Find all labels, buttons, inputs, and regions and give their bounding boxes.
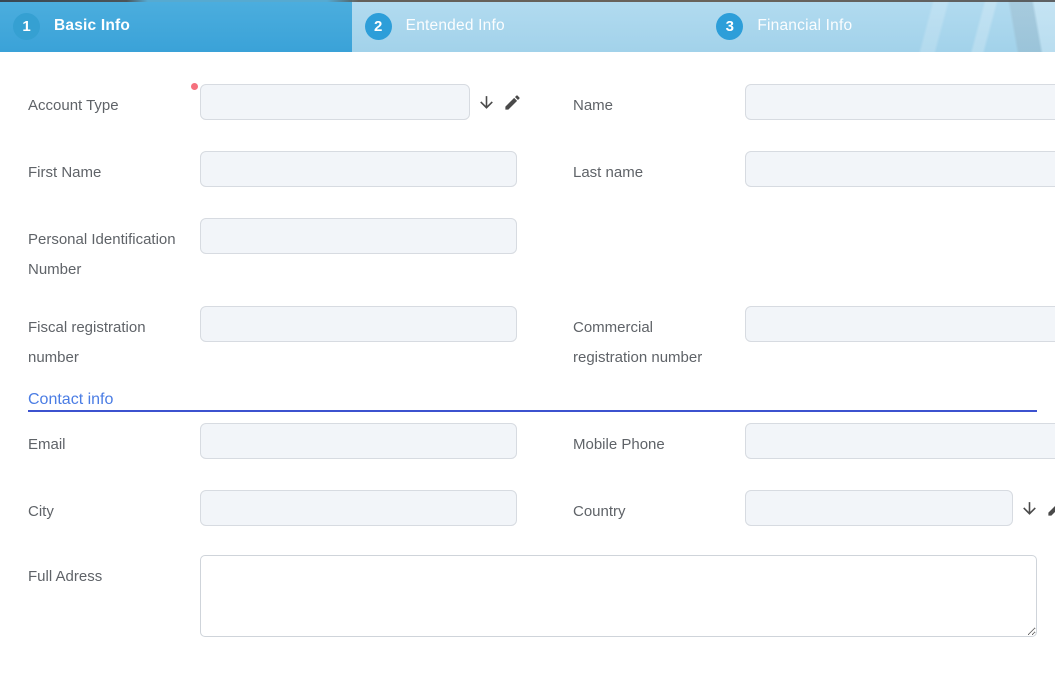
- city-input[interactable]: [200, 490, 517, 526]
- account-type-input[interactable]: [200, 84, 470, 120]
- form-row: Email Mobile Phone: [28, 423, 1037, 460]
- tab-basic-info[interactable]: 1 Basic Info: [0, 0, 352, 52]
- name-label: Name: [573, 84, 723, 121]
- step-number: 2: [374, 18, 382, 35]
- commercial-registration-input[interactable]: [745, 306, 1055, 342]
- last-name-label: Last name: [573, 151, 723, 188]
- name-input[interactable]: [745, 84, 1055, 120]
- mobile-phone-label: Mobile Phone: [573, 423, 723, 460]
- tab-label: Basic Info: [54, 17, 130, 35]
- arrow-down-icon[interactable]: [477, 93, 496, 112]
- tab-entended-info[interactable]: 2 Entended Info: [352, 0, 704, 52]
- step-number: 3: [726, 18, 734, 35]
- arrow-down-icon[interactable]: [1020, 499, 1039, 518]
- commercial-registration-label: Commercial registration number: [573, 306, 723, 373]
- header-top-strip: [0, 0, 1055, 2]
- full-address-textarea[interactable]: [200, 555, 1037, 637]
- mobile-phone-input[interactable]: [745, 423, 1055, 459]
- first-name-input[interactable]: [200, 151, 517, 187]
- email-input[interactable]: [200, 423, 517, 459]
- contact-info-section-divider: Contact info: [28, 390, 1037, 412]
- form-row: City Country: [28, 490, 1037, 527]
- personal-id-input[interactable]: [200, 218, 517, 254]
- country-label: Country: [573, 490, 723, 527]
- country-input[interactable]: [745, 490, 1013, 526]
- wizard-steps-bar: 1 Basic Info 2 Entended Info 3 Financial…: [0, 0, 1055, 52]
- tab-label: Financial Info: [757, 17, 852, 35]
- city-label: City: [28, 490, 178, 527]
- full-address-label: Full Adress: [28, 555, 178, 592]
- last-name-input[interactable]: [745, 151, 1055, 187]
- step-number: 1: [22, 18, 30, 35]
- fiscal-registration-input[interactable]: [200, 306, 517, 342]
- pencil-icon[interactable]: [503, 93, 522, 112]
- step-number-badge: 1: [13, 13, 40, 40]
- contact-info-section-title: Contact info: [28, 390, 1037, 410]
- email-label: Email: [28, 423, 178, 460]
- first-name-label: First Name: [28, 151, 178, 188]
- step-number-badge: 3: [716, 13, 743, 40]
- fiscal-registration-label: Fiscal registration number: [28, 306, 178, 373]
- pencil-icon[interactable]: [1046, 499, 1055, 518]
- tab-financial-info[interactable]: 3 Financial Info: [703, 0, 1055, 52]
- basic-info-form: Account Type Name First Name: [0, 52, 1055, 637]
- form-row: Full Adress: [28, 555, 1037, 637]
- required-indicator: [191, 83, 198, 90]
- form-row: Personal Identification Number: [28, 218, 1037, 285]
- personal-id-label: Personal Identification Number: [28, 218, 178, 285]
- account-type-label: Account Type: [28, 84, 178, 121]
- form-row: Fiscal registration number Commercial re…: [28, 306, 1037, 373]
- form-row: Account Type Name: [28, 84, 1037, 121]
- step-number-badge: 2: [365, 13, 392, 40]
- form-row: First Name Last name: [28, 151, 1037, 188]
- tab-label: Entended Info: [406, 17, 505, 35]
